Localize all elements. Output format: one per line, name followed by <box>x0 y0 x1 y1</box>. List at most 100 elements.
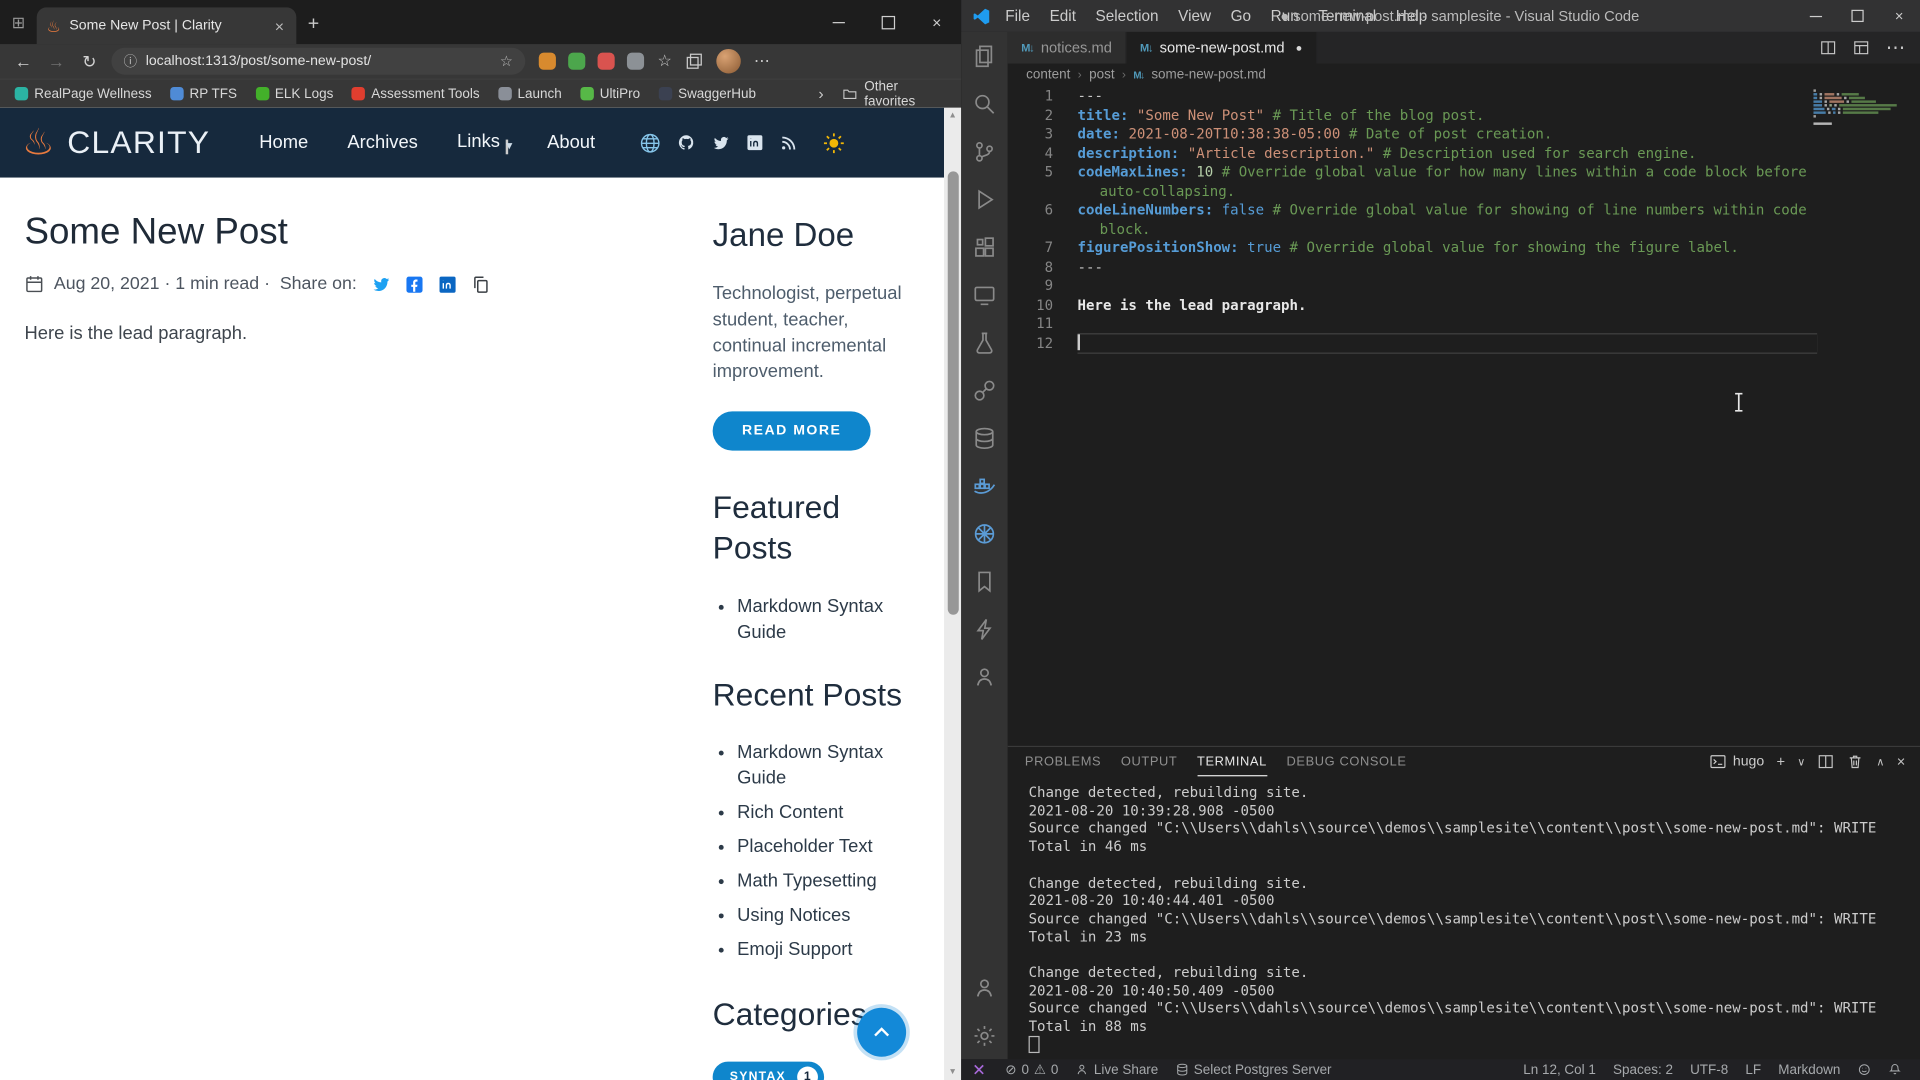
terminal-output[interactable]: Change detected, rebuilding site.2021-08… <box>1008 776 1920 1059</box>
split-editor-icon[interactable] <box>1820 39 1837 56</box>
collections-icon[interactable] <box>685 53 702 70</box>
cursor-position-status[interactable]: Ln 12, Col 1 <box>1515 1059 1605 1080</box>
address-bar[interactable]: ⓘ localhost:1313/post/some-new-post/ ☆ <box>111 48 525 75</box>
scrollbar-down-arrow-icon[interactable]: ▼ <box>944 1068 961 1077</box>
browser-minimize-button[interactable] <box>814 0 863 44</box>
forward-button[interactable]: → <box>45 51 67 71</box>
language-globe-icon[interactable] <box>639 132 661 154</box>
editor-more-actions-icon[interactable]: ⋯ <box>1886 36 1906 60</box>
language-mode-status[interactable]: Markdown <box>1770 1059 1849 1080</box>
indentation-status[interactable]: Spaces: 2 <box>1604 1059 1681 1080</box>
favorites-button[interactable]: ☆ <box>658 51 672 71</box>
docker-icon[interactable] <box>961 462 1008 510</box>
share-linkedin-icon[interactable] <box>439 275 457 293</box>
code-line[interactable]: 11 <box>1008 315 1920 334</box>
code-line[interactable]: 10Here is the lead paragraph. <box>1008 296 1920 315</box>
linkedin-icon[interactable] <box>746 133 764 151</box>
rss-icon[interactable] <box>780 133 798 151</box>
category-tag-syntax[interactable]: SYNTAX1 <box>713 1061 824 1080</box>
panel-tab-problems[interactable]: PROBLEMS <box>1025 747 1101 776</box>
nav-links[interactable]: Links▾ <box>437 131 527 155</box>
kill-terminal-trash-icon[interactable] <box>1847 753 1864 770</box>
recent-post-link[interactable]: Using Notices <box>737 902 927 928</box>
copy-link-icon[interactable] <box>472 275 490 293</box>
site-info-icon[interactable]: ⓘ <box>124 51 137 71</box>
extension-icon[interactable] <box>598 53 615 70</box>
tab-actions-menu-icon[interactable]: ⊞ <box>0 5 37 42</box>
nav-home[interactable]: Home <box>240 132 328 153</box>
bookmark-elk-logs[interactable]: ELK Logs <box>255 86 333 101</box>
breadcrumb-content[interactable]: content <box>1026 67 1070 82</box>
kubernetes-icon[interactable] <box>961 509 1008 557</box>
extension-icon[interactable] <box>627 53 644 70</box>
code-line[interactable]: 5codeMaxLines: 10 # Override global valu… <box>1008 163 1920 201</box>
refresh-button[interactable]: ↻ <box>78 51 100 72</box>
database-icon[interactable] <box>961 414 1008 462</box>
problems-status[interactable]: ⊘0 ⚠0 <box>997 1059 1067 1080</box>
clarity-logo-icon[interactable]: ♨ <box>22 124 55 161</box>
browser-menu-button[interactable]: ⋯ <box>754 51 770 71</box>
bookmark-assessment-tools[interactable]: Assessment Tools <box>352 86 480 101</box>
testing-icon[interactable] <box>961 318 1008 366</box>
split-terminal-icon[interactable] <box>1818 753 1835 770</box>
breadcrumb-post[interactable]: post <box>1089 67 1114 82</box>
account-icon[interactable] <box>961 964 1008 1012</box>
code-line[interactable]: 8--- <box>1008 258 1920 277</box>
close-panel-icon[interactable]: × <box>1897 753 1906 770</box>
vscode-maximize-button[interactable] <box>1837 0 1879 32</box>
minimap[interactable] <box>1813 88 1901 132</box>
vscode-close-button[interactable]: × <box>1878 0 1920 32</box>
add-favorite-star-icon[interactable]: ☆ <box>500 53 513 70</box>
live-share-icon[interactable] <box>961 653 1008 701</box>
scroll-to-top-button[interactable] <box>857 1008 906 1057</box>
code-line[interactable]: 6codeLineNumbers: false # Override globa… <box>1008 201 1920 239</box>
customize-layout-icon[interactable] <box>1853 39 1870 56</box>
eol-status[interactable]: LF <box>1737 1059 1770 1080</box>
extension-icon[interactable] <box>568 53 585 70</box>
read-more-button[interactable]: READ MORE <box>713 412 871 451</box>
bookmarks-icon[interactable] <box>961 557 1008 605</box>
extensions-icon[interactable] <box>961 223 1008 271</box>
browser-tab[interactable]: ♨ Some New Post | Clarity × <box>37 7 297 44</box>
menu-edit[interactable]: Edit <box>1040 7 1086 24</box>
twitter-icon[interactable] <box>711 133 729 151</box>
code-line[interactable]: 4description: "Article description." # D… <box>1008 144 1920 163</box>
panel-tab-terminal[interactable]: TERMINAL <box>1197 747 1267 776</box>
profile-avatar[interactable] <box>716 49 740 73</box>
browser-close-button[interactable]: × <box>912 0 961 44</box>
bookmark-launch[interactable]: Launch <box>498 86 562 101</box>
remote-indicator-icon[interactable] <box>961 1059 997 1080</box>
scrollbar-thumb[interactable] <box>947 171 958 614</box>
recent-post-link[interactable]: Placeholder Text <box>737 833 927 859</box>
code-line[interactable]: 7figurePositionShow: true # Override glo… <box>1008 239 1920 258</box>
notifications-bell-icon[interactable] <box>1880 1059 1911 1080</box>
extension-icon[interactable] <box>539 53 556 70</box>
code-line[interactable]: 9 <box>1008 277 1920 296</box>
panel-tab-debug-console[interactable]: DEBUG CONSOLE <box>1286 747 1406 776</box>
bookmark-rp-tfs[interactable]: RP TFS <box>170 86 237 101</box>
browser-maximize-button[interactable] <box>863 0 912 44</box>
explorer-icon[interactable] <box>961 32 1008 80</box>
vscode-minimize-button[interactable] <box>1795 0 1837 32</box>
bookmark-swaggerhub[interactable]: SwaggerHub <box>659 86 756 101</box>
settings-gear-icon[interactable] <box>961 1011 1008 1059</box>
nav-about[interactable]: About <box>528 132 615 153</box>
featured-post-link[interactable]: Markdown Syntax Guide <box>737 593 927 644</box>
recent-post-link[interactable]: Emoji Support <box>737 936 927 962</box>
share-twitter-icon[interactable] <box>372 274 392 294</box>
postgres-status[interactable]: Select Postgres Server <box>1167 1059 1340 1080</box>
recent-post-link[interactable]: Markdown Syntax Guide <box>737 739 927 790</box>
code-editor[interactable]: 1---2title: "Some New Post" # Title of t… <box>1008 86 1920 746</box>
code-line[interactable]: 3date: 2021-08-20T10:38:38-05:00 # Date … <box>1008 125 1920 144</box>
new-terminal-icon[interactable]: + <box>1776 753 1785 770</box>
site-brand[interactable]: CLARITY <box>67 124 210 162</box>
run-debug-icon[interactable] <box>961 175 1008 223</box>
references-icon[interactable] <box>961 366 1008 414</box>
menu-selection[interactable]: Selection <box>1086 7 1169 24</box>
nav-archives[interactable]: Archives <box>328 132 438 153</box>
bookmark-realpage-wellness[interactable]: RealPage Wellness <box>15 86 152 101</box>
editor-tab-notices.md[interactable]: M↓notices.md <box>1008 32 1127 64</box>
bookmark-ultipro[interactable]: UltiPro <box>580 86 640 101</box>
tab-close-icon[interactable]: × <box>272 17 286 35</box>
source-control-icon[interactable] <box>961 127 1008 175</box>
